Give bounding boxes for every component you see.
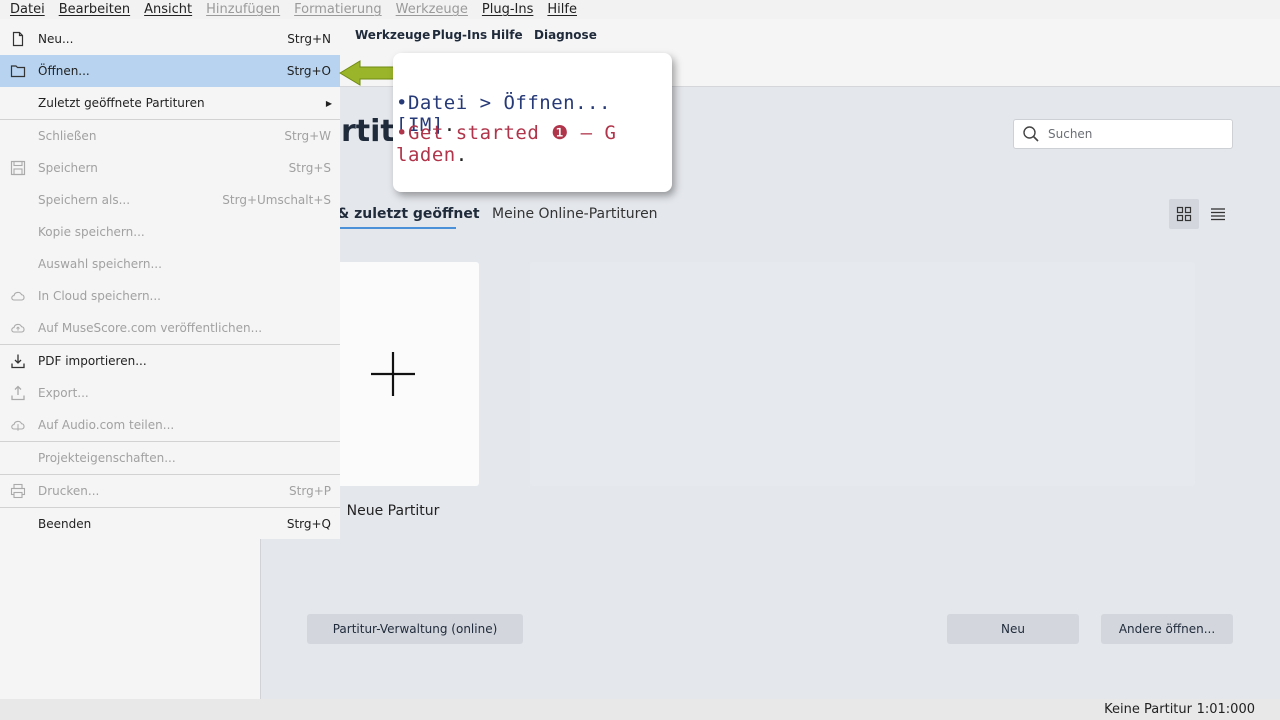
menu-item-label: Projekteigenschaften... [38, 451, 176, 465]
menu-hinzufuegen[interactable]: Hinzufügen [199, 0, 287, 19]
menu-item-project-properties[interactable]: Projekteigenschaften... [0, 442, 340, 474]
menu-item-label: Auswahl speichern... [38, 257, 162, 271]
import-icon [11, 354, 25, 369]
search-input[interactable] [1048, 127, 1218, 141]
menu-ansicht[interactable]: Ansicht [137, 0, 199, 19]
menu-item-label: Zuletzt geöffnete Partituren [38, 96, 205, 110]
menu-item-label: Auf Audio.com teilen... [38, 418, 175, 432]
menu-item-label: Export... [38, 386, 89, 400]
status-score: Keine Partitur [1104, 702, 1192, 717]
annotation-period: . [455, 144, 468, 166]
menu-item-shortcut: Strg+Q [286, 517, 331, 531]
menu-datei[interactable]: Datei [3, 0, 52, 19]
annotation-note: •Datei > Öffnen... [IM]. •Get started ❶ … [393, 53, 672, 192]
menu-item-close[interactable]: Schließen Strg+W [0, 120, 340, 152]
os-menubar: Datei Bearbeiten Ansicht Hinzufügen Form… [0, 0, 1280, 19]
menu-item-save-copy[interactable]: Kopie speichern... [0, 216, 340, 248]
open-other-button[interactable]: Andere öffnen... [1101, 614, 1233, 644]
active-tab-indicator [337, 227, 456, 229]
save-icon [10, 160, 26, 176]
new-file-icon [12, 31, 24, 47]
file-menu: Neu... Strg+N Öffnen... Strg+O Zuletzt g… [0, 23, 340, 539]
status-time: 1:01:000 [1196, 702, 1255, 717]
menu-item-shortcut: Strg+N [287, 32, 331, 46]
app-menu-hilfe[interactable]: Hilfe [491, 28, 523, 42]
menu-item-open[interactable]: Öffnen... Strg+O [0, 55, 340, 87]
submenu-arrow-icon: ▶ [325, 98, 332, 108]
menu-item-shortcut: Strg+O [286, 64, 331, 78]
menu-formatierung[interactable]: Formatierung [287, 0, 389, 19]
page-title: rtit [341, 114, 395, 149]
menu-item-shortcut: Strg+S [288, 161, 331, 175]
search-field[interactable] [1013, 119, 1233, 149]
plus-icon [371, 352, 415, 396]
menu-plugins[interactable]: Plug-Ins [475, 0, 540, 19]
menu-item-share-audio[interactable]: Auf Audio.com teilen... [0, 409, 340, 441]
cloud-share-icon [11, 420, 25, 431]
menu-item-label: Speichern als... [38, 193, 131, 207]
menu-item-label: Speichern [38, 161, 98, 175]
cloud-upload-icon [11, 323, 25, 333]
tab-recent[interactable]: & zuletzt geöffnet [337, 206, 480, 222]
menu-item-label: Beenden [38, 517, 92, 531]
menu-item-save-selection[interactable]: Auswahl speichern... [0, 248, 340, 280]
menu-bearbeiten[interactable]: Bearbeiten [52, 0, 137, 19]
search-icon [1023, 126, 1039, 142]
export-icon [11, 385, 25, 401]
app-menu-werkzeuge[interactable]: Werkzeuge [355, 28, 430, 42]
list-view-button[interactable] [1203, 199, 1233, 229]
annotation-text: •Get started ❶ — G laden [396, 122, 617, 166]
menu-item-shortcut: Strg+P [289, 484, 331, 498]
grid-icon [1176, 206, 1192, 222]
annotation-line-2: •Get started ❶ — G laden. [396, 122, 672, 166]
score-manager-online-button[interactable]: Partitur-Verwaltung (online) [307, 614, 523, 644]
menu-item-label: PDF importieren... [38, 354, 147, 368]
menu-item-save-cloud[interactable]: In Cloud speichern... [0, 280, 340, 312]
menu-item-label: Öffnen... [38, 64, 90, 78]
menu-item-save[interactable]: Speichern Strg+S [0, 152, 340, 184]
menu-item-shortcut: Strg+Umschalt+S [222, 193, 331, 207]
menu-item-publish[interactable]: Auf MuseScore.com veröffentlichen... [0, 312, 340, 344]
menu-item-export[interactable]: Export... [0, 377, 340, 409]
grid-view-button[interactable] [1169, 199, 1199, 229]
menu-item-label: In Cloud speichern... [38, 289, 161, 303]
recent-scores-area [530, 262, 1195, 486]
app-menu-diagnose[interactable]: Diagnose [534, 28, 597, 42]
new-button[interactable]: Neu [947, 614, 1079, 644]
menu-werkzeuge[interactable]: Werkzeuge [389, 0, 475, 19]
menu-item-label: Auf MuseScore.com veröffentlichen... [38, 321, 263, 335]
menu-item-label: Kopie speichern... [38, 225, 145, 239]
menu-hilfe[interactable]: Hilfe [540, 0, 584, 19]
list-icon [1211, 208, 1225, 221]
status-bar: Keine Partitur 1:01:000 [0, 699, 1280, 720]
annotation-arrow-icon [339, 60, 396, 86]
tab-online-scores[interactable]: Meine Online-Partituren [492, 206, 658, 222]
menu-item-label: Neu... [38, 32, 74, 46]
menu-item-new[interactable]: Neu... Strg+N [0, 23, 340, 55]
cloud-icon [11, 291, 25, 301]
menu-item-quit[interactable]: Beenden Strg+Q [0, 508, 340, 540]
menu-item-save-as[interactable]: Speichern als... Strg+Umschalt+S [0, 184, 340, 216]
app-menu-plugins[interactable]: Plug-Ins [432, 28, 487, 42]
menu-item-import-pdf[interactable]: PDF importieren... [0, 345, 340, 377]
menu-item-print[interactable]: Drucken... Strg+P [0, 475, 340, 507]
folder-icon [10, 65, 26, 78]
menu-item-label: Schließen [38, 129, 97, 143]
menu-item-recent-scores[interactable]: Zuletzt geöffnete Partituren ▶ [0, 87, 340, 119]
menu-item-shortcut: Strg+W [284, 129, 331, 143]
menu-item-label: Drucken... [38, 484, 100, 498]
printer-icon [10, 483, 26, 499]
